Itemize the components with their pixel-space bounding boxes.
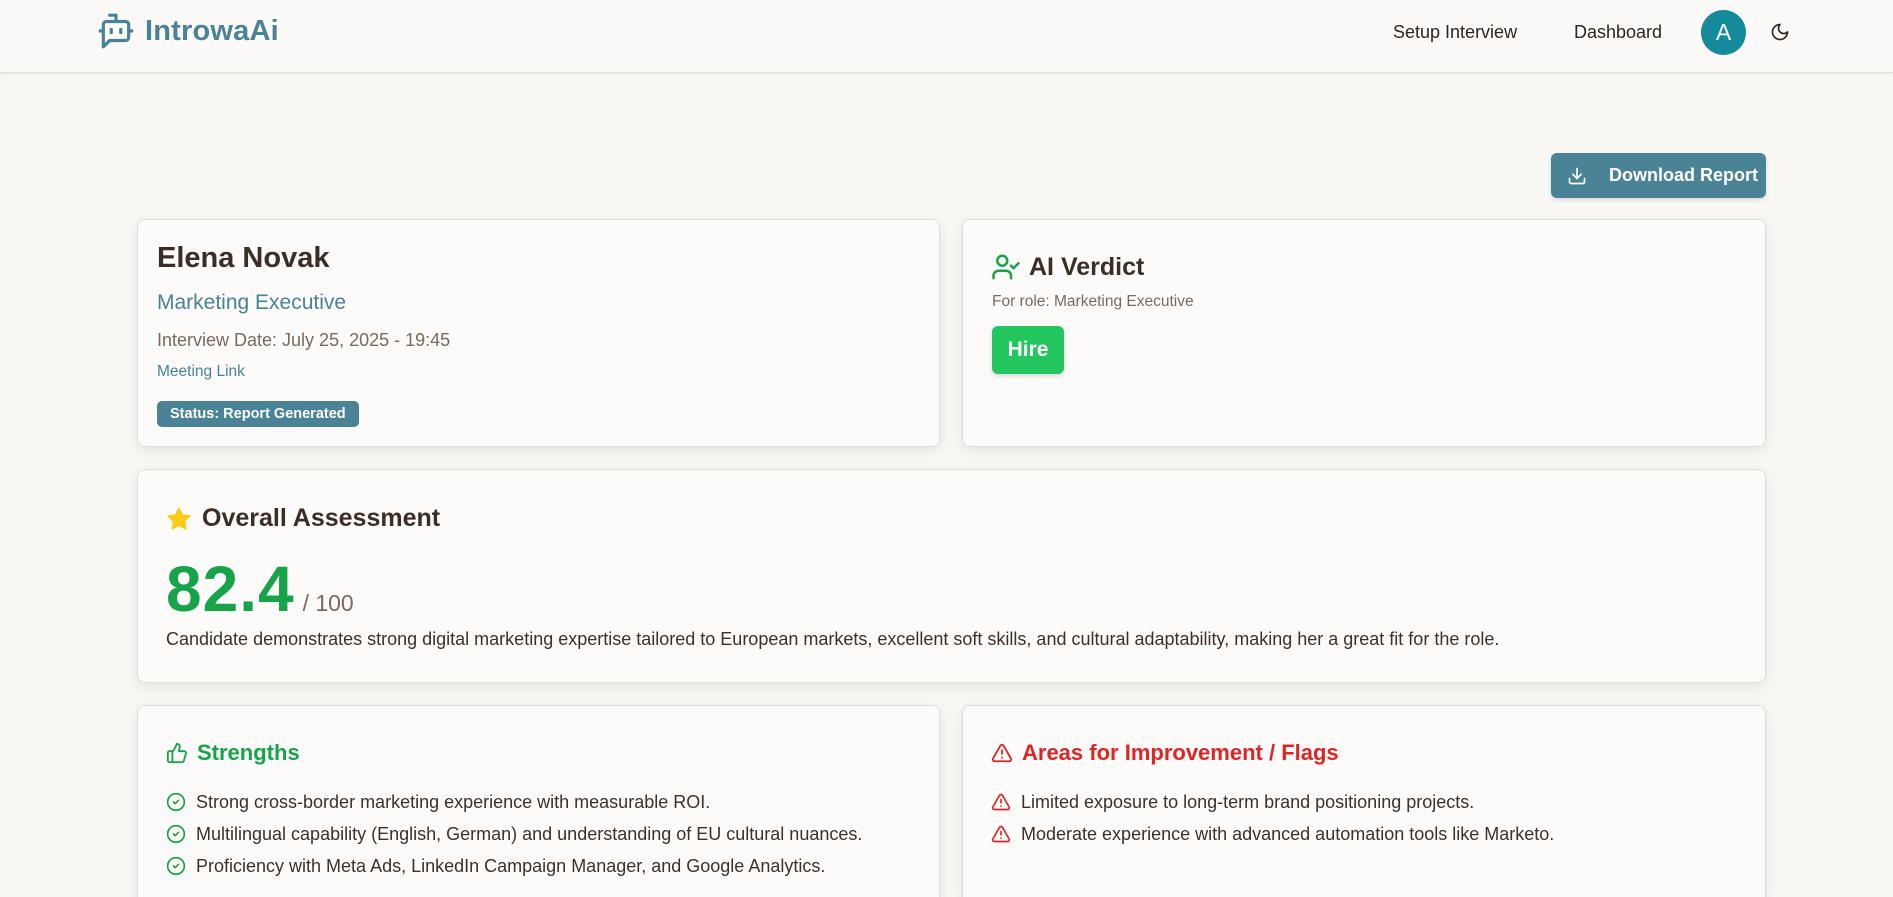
strength-text: Strong cross-border marketing experience… xyxy=(196,791,711,812)
top-navbar: IntrowaAi Setup Interview Dashboard A xyxy=(0,0,1893,73)
flags-list: Limited exposure to long-term brand posi… xyxy=(991,786,1554,850)
ai-verdict-card: AI Verdict For role: Marketing Executive… xyxy=(962,219,1766,447)
flag-item: Limited exposure to long-term brand posi… xyxy=(991,786,1554,818)
overall-summary: Candidate demonstrates strong digital ma… xyxy=(166,629,1500,649)
alert-triangle-icon xyxy=(991,742,1013,764)
strengths-title: Strengths xyxy=(197,740,300,765)
flag-text: Limited exposure to long-term brand posi… xyxy=(1021,791,1475,812)
verdict-role: For role: Marketing Executive xyxy=(992,293,1194,310)
nav-setup-interview-link[interactable]: Setup Interview xyxy=(1393,22,1517,43)
download-report-label: Download Report xyxy=(1609,165,1758,185)
overall-title: Overall Assessment xyxy=(202,504,441,532)
nav-dashboard-link[interactable]: Dashboard xyxy=(1574,22,1662,43)
strengths-card: Strengths Strong cross-border marketing … xyxy=(137,705,940,897)
flags-title: Areas for Improvement / Flags xyxy=(1022,740,1339,765)
alert-triangle-icon xyxy=(991,825,1011,843)
verdict-title: AI Verdict xyxy=(1029,252,1145,281)
interview-date: Interview Date: July 25, 2025 - 19:45 xyxy=(157,330,451,350)
moon-icon[interactable] xyxy=(1770,22,1792,44)
overall-score: 82.4 xyxy=(166,553,295,625)
overall-header: Overall Assessment xyxy=(166,504,440,533)
flags-header: Areas for Improvement / Flags xyxy=(991,740,1339,766)
strength-text: Proficiency with Meta Ads, LinkedIn Camp… xyxy=(196,855,826,876)
verdict-header: AI Verdict xyxy=(991,252,1144,282)
candidate-name: Elena Novak xyxy=(157,242,330,274)
verdict-decision-badge: Hire xyxy=(992,326,1064,374)
meeting-link[interactable]: Meeting Link xyxy=(157,363,245,381)
check-circle-icon xyxy=(166,792,186,812)
flag-item: Moderate experience with advanced automa… xyxy=(991,818,1554,850)
candidate-card: Elena Novak Marketing Executive Intervie… xyxy=(137,219,940,447)
score-max: / 100 xyxy=(302,590,354,616)
improvement-flags-card: Areas for Improvement / Flags Limited ex… xyxy=(962,705,1766,897)
download-report-button[interactable]: Download Report xyxy=(1551,153,1766,198)
user-avatar[interactable]: A xyxy=(1701,10,1746,55)
score-row: 82.4 / 100 xyxy=(166,552,354,626)
brand-logo[interactable]: IntrowaAi xyxy=(97,12,279,50)
alert-triangle-icon xyxy=(991,793,1011,811)
check-circle-icon xyxy=(166,824,186,844)
flag-text: Moderate experience with advanced automa… xyxy=(1021,823,1555,844)
download-icon xyxy=(1567,166,1587,186)
star-icon xyxy=(166,506,192,532)
check-circle-icon xyxy=(166,856,186,876)
brand-name: IntrowaAi xyxy=(145,14,279,47)
bot-chat-icon xyxy=(97,12,135,50)
strength-item: Multilingual capability (English, German… xyxy=(166,818,862,850)
user-check-icon xyxy=(991,252,1021,282)
thumbs-up-icon xyxy=(166,742,188,764)
strength-text: Multilingual capability (English, German… xyxy=(196,823,863,844)
strengths-list: Strong cross-border marketing experience… xyxy=(166,786,862,882)
status-badge: Status: Report Generated xyxy=(157,401,359,427)
candidate-role: Marketing Executive xyxy=(157,291,347,314)
strength-item: Strong cross-border marketing experience… xyxy=(166,786,862,818)
strength-item: Proficiency with Meta Ads, LinkedIn Camp… xyxy=(166,850,862,882)
overall-assessment-card: Overall Assessment 82.4 / 100 Candidate … xyxy=(137,469,1766,683)
strengths-header: Strengths xyxy=(166,740,300,766)
